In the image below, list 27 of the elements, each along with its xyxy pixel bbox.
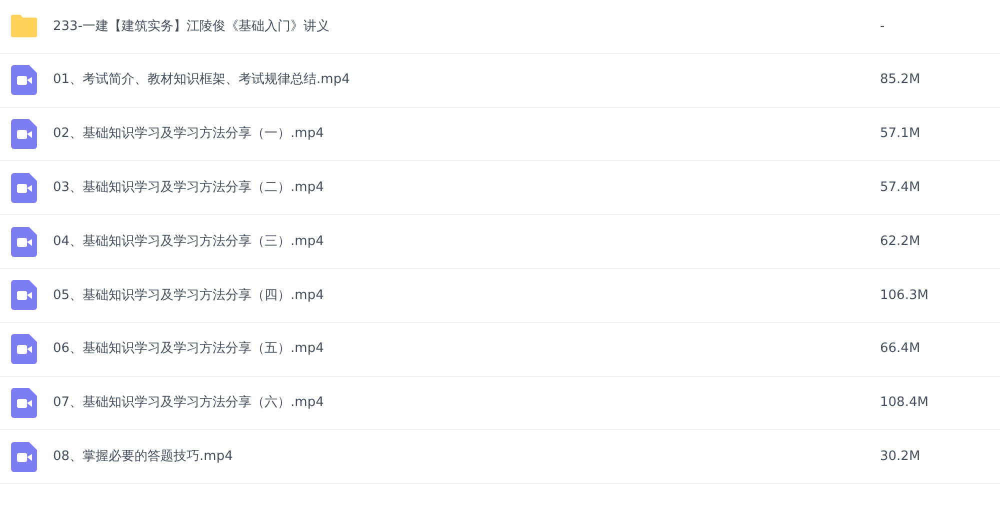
video-file-icon [11,65,37,96]
file-name[interactable]: 08、掌握必要的答题技巧.mp4 [53,447,233,467]
file-size: 85.2M [880,71,922,90]
file-name[interactable]: 03、基础知识学习及学习方法分享（二）.mp4 [53,178,324,198]
folder-icon [10,13,38,40]
file-size: 30.2M [880,448,922,466]
video-file-icon [11,280,37,310]
video-file-icon [11,172,37,203]
video-file-icon [11,118,37,149]
file-size: 108.4M [880,394,930,412]
file-name[interactable]: 06、基础知识学习及学习方法分享（五）.mp4 [53,339,324,359]
file-size: 62.2M [880,232,922,251]
file-size: 57.1M [880,125,922,144]
file-size: 57.4M [880,179,922,198]
file-name[interactable]: 04、基础知识学习及学习方法分享（三）.mp4 [53,232,324,252]
video-file-icon [11,334,37,364]
video-file-icon [11,226,37,257]
file-name[interactable]: 05、基础知识学习及学习方法分享（四）.mp4 [53,286,324,306]
video-file-icon [11,388,37,418]
file-size: 106.3M [880,286,930,305]
file-name[interactable]: 02、基础知识学习及学习方法分享（一）.mp4 [53,124,324,144]
file-name[interactable]: 07、基础知识学习及学习方法分享（六）.mp4 [53,393,324,413]
file-size: 66.4M [880,340,922,358]
file-name[interactable]: 233-一建【建筑实务】江陵俊《基础入门》讲义 [53,16,330,36]
file-name[interactable]: 01、考试简介、教材知识框架、考试规律总结.mp4 [53,70,350,90]
video-file-icon [11,442,37,472]
file-size: - [880,18,886,36]
